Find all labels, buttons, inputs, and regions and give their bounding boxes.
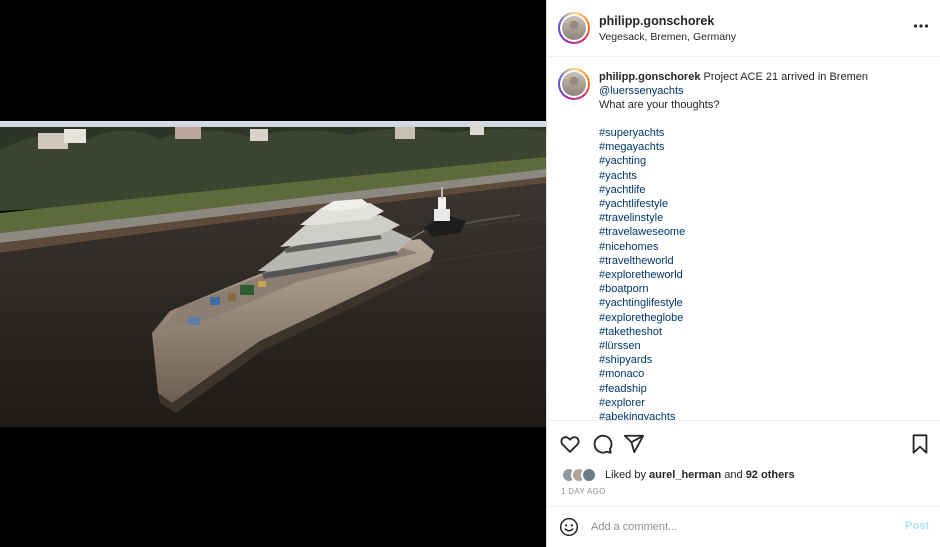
comments-section[interactable]: philipp.gonschorek Project ACE 21 arrive…	[547, 58, 940, 420]
comment-icon[interactable]	[591, 433, 613, 455]
likes-summary: Liked by aurel_herman and 92 others	[605, 469, 795, 481]
post-comment-button[interactable]: Post	[905, 520, 929, 532]
share-icon[interactable]	[623, 433, 645, 455]
post-sidebar: philipp.gonschorek Vegesack, Bremen, Ger…	[546, 0, 940, 547]
heart-icon[interactable]	[559, 433, 581, 455]
hashtag-link[interactable]: #abekingyachts	[599, 410, 899, 420]
likes-prefix: Liked by	[605, 469, 646, 481]
hashtag-link[interactable]: #superyachts	[599, 126, 899, 140]
liker-avatar	[581, 467, 597, 483]
author-username[interactable]: philipp.gonschorek	[599, 14, 714, 28]
caption-text: Project ACE 21 arrived in Bremen	[703, 71, 868, 83]
hashtag-link[interactable]: #nicehomes	[599, 240, 899, 254]
emoji-icon[interactable]	[559, 517, 579, 537]
post-header: philipp.gonschorek Vegesack, Bremen, Ger…	[547, 0, 940, 57]
likes-others-link[interactable]: 92 others	[746, 469, 795, 481]
hashtag-link[interactable]: #exploretheglobe	[599, 311, 899, 325]
liker-avatars[interactable]	[561, 467, 601, 483]
hashtag-link[interactable]: #boatporn	[599, 282, 899, 296]
hashtag-list: #superyachts #megayachts #yachting #yach…	[599, 126, 899, 420]
likes-and: and	[724, 469, 743, 481]
hashtag-link[interactable]: #yachtlifestyle	[599, 197, 899, 211]
caption-question: What are your thoughts?	[599, 99, 720, 112]
hashtag-link[interactable]: #exploretheworld	[599, 268, 899, 282]
post-photo[interactable]	[0, 121, 546, 427]
author-avatar[interactable]	[558, 12, 590, 44]
post-media	[0, 0, 546, 547]
instagram-post-view: philipp.gonschorek Vegesack, Bremen, Ger…	[0, 0, 940, 547]
hashtag-link[interactable]: #traveltheworld	[599, 254, 899, 268]
more-icon[interactable]	[913, 18, 929, 38]
caption-username[interactable]: philipp.gonschorek	[599, 71, 700, 83]
likes-row: Liked by aurel_herman and 92 others	[547, 464, 940, 486]
hashtag-link[interactable]: #lürssen	[599, 339, 899, 353]
post-timestamp[interactable]: 1 DAY AGO	[561, 487, 606, 496]
hashtag-link[interactable]: #shipyards	[599, 353, 899, 367]
hashtag-link[interactable]: #travelinstyle	[599, 211, 899, 225]
hashtag-link[interactable]: #explorer	[599, 396, 899, 410]
caption-mention-link[interactable]: @luerssenyachts	[599, 84, 929, 98]
post-location[interactable]: Vegesack, Bremen, Germany	[599, 31, 736, 43]
bookmark-icon[interactable]	[909, 433, 931, 455]
hashtag-link[interactable]: #travelaweseome	[599, 225, 899, 239]
comment-input[interactable]	[591, 516, 881, 538]
hashtag-link[interactable]: #taketheshot	[599, 325, 899, 339]
hashtag-link[interactable]: #monaco	[599, 367, 899, 381]
post-actions	[547, 420, 940, 464]
caption-author-avatar[interactable]	[558, 68, 590, 100]
add-comment-bar: Post	[547, 506, 940, 547]
hashtag-link[interactable]: #yachtinglifestyle	[599, 296, 899, 310]
hashtag-link[interactable]: #yachts	[599, 169, 899, 183]
hashtag-link[interactable]: #megayachts	[599, 140, 899, 154]
post-caption: philipp.gonschorek Project ACE 21 arrive…	[599, 70, 929, 113]
hashtag-link[interactable]: #yachtlife	[599, 183, 899, 197]
hashtag-link[interactable]: #yachting	[599, 154, 899, 168]
hashtag-link[interactable]: #feadship	[599, 382, 899, 396]
liked-by-username[interactable]: aurel_herman	[649, 469, 721, 481]
